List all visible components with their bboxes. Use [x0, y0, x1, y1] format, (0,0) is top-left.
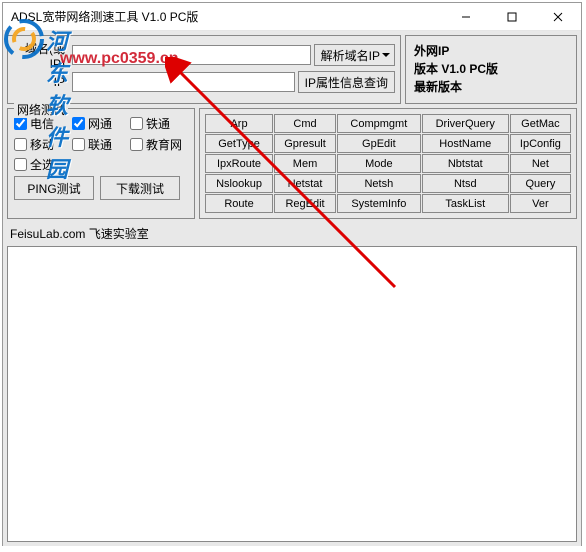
cmd-button-gpedit[interactable]: GpEdit	[337, 134, 421, 153]
isp-check-4[interactable]: 联通	[72, 136, 130, 153]
cmd-button-netstat[interactable]: Netstat	[274, 174, 336, 193]
commands-panel: ArpCmdCompmgmtDriverQueryGetMacGetTypeGp…	[199, 108, 577, 219]
cmd-button-gettype[interactable]: GetType	[205, 134, 273, 153]
ip-info-button[interactable]: IP属性信息查询	[298, 71, 395, 93]
isp-label-4: 联通	[88, 136, 112, 153]
isp-checkbox-4[interactable]	[72, 138, 85, 151]
isp-label-1: 网通	[88, 115, 112, 132]
cmd-button-route[interactable]: Route	[205, 194, 273, 213]
cmd-button-getmac[interactable]: GetMac	[510, 114, 571, 133]
cmd-button-arp[interactable]: Arp	[205, 114, 273, 133]
ip-input[interactable]	[72, 72, 295, 92]
domain-label: 域名(或IP)	[13, 40, 69, 71]
domain-input[interactable]	[72, 45, 311, 65]
cmd-button-nbtstat[interactable]: Nbtstat	[422, 154, 509, 173]
title-bar: ADSL宽带网络测速工具 V1.0 PC版	[3, 3, 581, 31]
cmd-button-driverquery[interactable]: DriverQuery	[422, 114, 509, 133]
cmd-button-ntsd[interactable]: Ntsd	[422, 174, 509, 193]
footer-text: FeisuLab.com 飞速实验室	[7, 223, 577, 244]
version-value: V1.0 PC版	[441, 62, 498, 76]
isp-check-3[interactable]: 移动	[14, 136, 72, 153]
cmd-button-ipconfig[interactable]: IpConfig	[510, 134, 571, 153]
cmd-button-nslookup[interactable]: Nslookup	[205, 174, 273, 193]
isp-label-5: 教育网	[146, 136, 182, 153]
cmd-button-ipxroute[interactable]: IpxRoute	[205, 154, 273, 173]
isp-check-1[interactable]: 网通	[72, 115, 130, 132]
isp-checkbox-0[interactable]	[14, 117, 27, 130]
cmd-button-mem[interactable]: Mem	[274, 154, 336, 173]
window-title: ADSL宽带网络测速工具 V1.0 PC版	[11, 8, 443, 25]
cmd-button-tasklist[interactable]: TaskList	[422, 194, 509, 213]
select-all-label: 全选	[30, 156, 54, 173]
isp-checkbox-3[interactable]	[14, 138, 27, 151]
cmd-button-regedit[interactable]: RegEdit	[274, 194, 336, 213]
cmd-button-hostname[interactable]: HostName	[422, 134, 509, 153]
isp-label-3: 移动	[30, 136, 54, 153]
maximize-button[interactable]	[489, 3, 535, 31]
isp-check-2[interactable]: 铁通	[130, 115, 188, 132]
ping-test-button[interactable]: PING测试	[14, 176, 94, 200]
ip-info-panel: 外网IP 版本 V1.0 PC版 最新版本	[405, 35, 577, 104]
version-label: 版本	[414, 62, 438, 76]
cmd-button-cmd[interactable]: Cmd	[274, 114, 336, 133]
external-ip-label: 外网IP	[414, 44, 449, 58]
cmd-button-ver[interactable]: Ver	[510, 194, 571, 213]
isp-checkbox-1[interactable]	[72, 117, 85, 130]
isp-checkbox-2[interactable]	[130, 117, 143, 130]
latest-version-label: 最新版本	[414, 80, 462, 94]
cmd-button-gpresult[interactable]: Gpresult	[274, 134, 336, 153]
cmd-button-netsh[interactable]: Netsh	[337, 174, 421, 193]
url-panel: 域名(或IP) 解析域名IP IP IP属性信息查询	[7, 35, 401, 104]
isp-label-2: 铁通	[146, 115, 170, 132]
isp-checkbox-5[interactable]	[130, 138, 143, 151]
cmd-button-mode[interactable]: Mode	[337, 154, 421, 173]
ip-label: IP	[13, 75, 69, 89]
select-all-checkbox[interactable]	[14, 158, 27, 171]
cmd-button-query[interactable]: Query	[510, 174, 571, 193]
close-button[interactable]	[535, 3, 581, 31]
minimize-button[interactable]	[443, 3, 489, 31]
cmd-button-systeminfo[interactable]: SystemInfo	[337, 194, 421, 213]
resolve-domain-button[interactable]: 解析域名IP	[314, 44, 395, 66]
cmd-button-net[interactable]: Net	[510, 154, 571, 173]
download-test-button[interactable]: 下载测试	[100, 176, 180, 200]
network-test-legend: 网络测试	[14, 101, 68, 118]
network-test-panel: 网络测试 电信网通铁通移动联通教育网 全选 PING测试 下载测试	[7, 108, 195, 219]
isp-check-5[interactable]: 教育网	[130, 136, 188, 153]
output-area[interactable]	[7, 246, 577, 542]
cmd-button-compmgmt[interactable]: Compmgmt	[337, 114, 421, 133]
